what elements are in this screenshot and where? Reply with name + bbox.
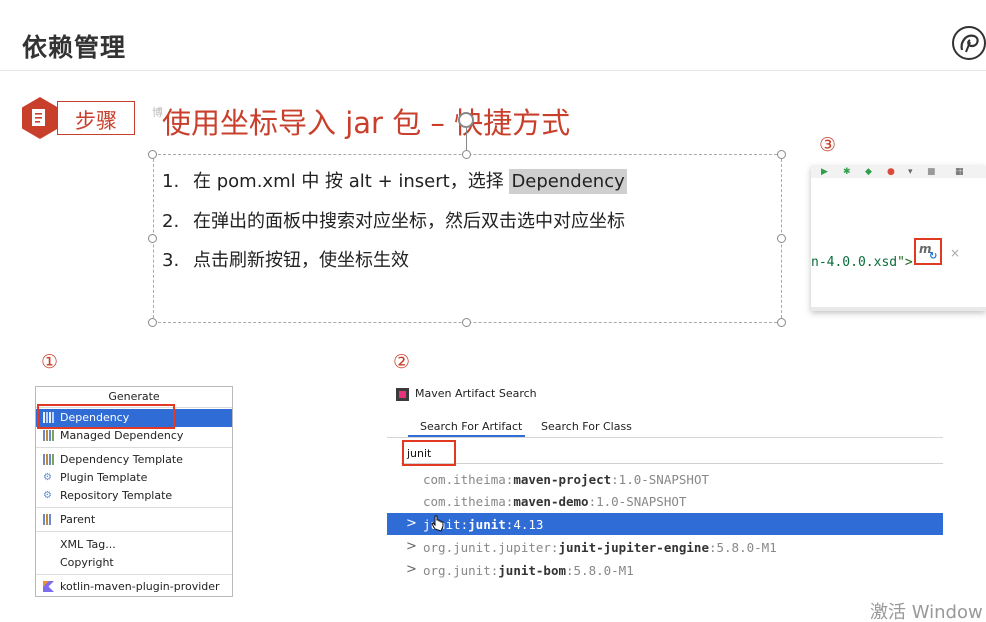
dropdown-icon[interactable]: ▾ — [908, 167, 913, 177]
resize-handle-ml[interactable] — [148, 234, 157, 243]
menu-item-label: Parent — [60, 513, 96, 526]
tab-divider — [387, 437, 943, 438]
editor-screenshot: ▶ ✱ ◆ ● ▾ ■ ▦ n-4.0.0.xsd"> m ↻ × — [811, 166, 986, 311]
close-icon[interactable]: × — [950, 246, 960, 260]
editor-bottom-strip — [811, 307, 986, 311]
kotlin-icon — [43, 581, 55, 593]
step-label-box: 步骤 — [57, 101, 135, 135]
menu-item-label: Repository Template — [60, 489, 173, 502]
activation-watermark: 激活 Window — [870, 602, 983, 622]
result-row[interactable]: > org.junit.jupiter:junit-jupiter-engine… — [387, 536, 943, 558]
marker-two: ② — [393, 351, 411, 373]
chevron-right-icon[interactable]: > — [406, 539, 417, 554]
menu-item-label: Plugin Template — [60, 471, 148, 484]
menu-item-label: kotlin-maven-plugin-provider — [60, 580, 220, 593]
step-item-2: 2. 在弹出的面板中搜索对应坐标，然后双击选中对应坐标 — [162, 207, 625, 233]
code-line: n-4.0.0.xsd"> — [811, 255, 913, 270]
resize-handle-tm[interactable] — [462, 150, 471, 159]
menu-item-dependency-template[interactable]: Dependency Template — [36, 451, 232, 469]
menu-item-label: Copyright — [60, 556, 114, 569]
resize-handle-tr[interactable] — [777, 150, 786, 159]
resize-handle-bl[interactable] — [148, 318, 157, 327]
menu-separator — [36, 531, 232, 532]
step-item-1: 1. 在 pom.xml 中 按 alt + insert，选择 Dependen… — [162, 167, 627, 194]
dependency-highlight-frame — [37, 404, 175, 429]
document-icon — [22, 97, 58, 139]
repository-icon: ⚙ — [43, 490, 52, 501]
step-text: 点击刷新按钮，使坐标生效 — [193, 250, 409, 271]
hand-cursor-icon — [431, 515, 444, 532]
bars-icon — [43, 430, 55, 442]
menu-item-parent[interactable]: Parent — [36, 511, 232, 529]
maven-artifact-search-dialog: Maven Artifact Search Search For Artifac… — [387, 384, 943, 586]
stop-icon[interactable]: ■ — [927, 167, 936, 177]
menu-separator — [36, 447, 232, 448]
marker-one: ① — [41, 351, 59, 373]
swirl-logo-icon — [952, 26, 986, 60]
menu-item-xml-tag[interactable]: XML Tag... — [36, 536, 232, 554]
bars-icon — [43, 454, 55, 466]
dialog-title: Maven Artifact Search — [415, 387, 537, 400]
editor-toolbar: ▶ ✱ ◆ ● ▾ ■ ▦ — [811, 166, 986, 178]
menu-separator — [36, 574, 232, 575]
marker-three: ③ — [819, 134, 837, 156]
menu-item-label: Dependency Template — [60, 453, 183, 466]
parent-icon — [43, 514, 55, 526]
intellij-icon — [396, 388, 409, 401]
step-number: 2. — [162, 211, 180, 232]
load-maven-changes-button[interactable]: m ↻ — [914, 238, 942, 265]
rotate-handle-stem — [466, 128, 467, 150]
menu-item-plugin-template[interactable]: ⚙ Plugin Template — [36, 469, 232, 487]
chevron-right-icon[interactable]: > — [406, 562, 417, 577]
tab-search-for-artifact[interactable]: Search For Artifact — [420, 420, 522, 433]
rotate-handle[interactable] — [458, 112, 474, 128]
menu-item-copyright[interactable]: Copyright — [36, 554, 232, 572]
refresh-icon: ↻ — [929, 251, 938, 262]
resize-handle-br[interactable] — [777, 318, 786, 327]
chevron-right-icon[interactable]: > — [406, 516, 417, 531]
tab-search-for-class[interactable]: Search For Class — [541, 420, 632, 433]
result-row-selected[interactable]: > junit:junit:4.13 — [387, 513, 943, 535]
result-row[interactable]: com.itheima:maven-project:1.0-SNAPSHOT — [387, 468, 943, 490]
highlighted-dependency: Dependency — [509, 169, 627, 194]
result-row[interactable]: com.itheima:maven-demo:1.0-SNAPSHOT — [387, 490, 943, 512]
profile-icon[interactable]: ● — [887, 167, 895, 177]
page-title: 依赖管理 — [22, 33, 127, 62]
menu-item-managed-dependency[interactable]: Managed Dependency — [36, 427, 232, 445]
step-number: 1. — [162, 171, 180, 192]
step-text: 在弹出的面板中搜索对应坐标，然后双击选中对应坐标 — [193, 211, 625, 232]
search-input-highlight-frame — [402, 440, 456, 466]
generate-menu-title: Generate — [108, 390, 160, 403]
step-number: 3. — [162, 250, 180, 271]
menu-item-label: Managed Dependency — [60, 429, 184, 442]
menu-separator — [36, 507, 232, 508]
resize-handle-tl[interactable] — [148, 150, 157, 159]
plugin-icon: ⚙ — [43, 472, 52, 483]
step-item-3: 3. 点击刷新按钮，使坐标生效 — [162, 246, 409, 272]
resize-handle-mr[interactable] — [777, 234, 786, 243]
project-structure-icon[interactable]: ▦ — [955, 167, 964, 177]
step-label: 步骤 — [75, 109, 117, 133]
debug-icon[interactable]: ✱ — [843, 167, 851, 177]
main-heading[interactable]: 使用坐标导入 jar 包 – 快捷方式 — [162, 100, 570, 142]
menu-item-label: XML Tag... — [60, 538, 116, 551]
header-divider — [0, 70, 986, 71]
menu-item-repository-template[interactable]: ⚙ Repository Template — [36, 487, 232, 505]
search-input[interactable] — [401, 441, 943, 464]
result-row[interactable]: > org.junit:junit-bom:5.8.0-M1 — [387, 559, 943, 581]
resize-handle-bm[interactable] — [462, 318, 471, 327]
menu-item-kotlin-maven-plugin-provider[interactable]: kotlin-maven-plugin-provider — [36, 578, 232, 596]
step-text: 在 pom.xml 中 按 alt + insert，选择 — [193, 171, 510, 192]
coverage-icon[interactable]: ◆ — [865, 167, 872, 177]
run-icon[interactable]: ▶ — [821, 167, 828, 177]
